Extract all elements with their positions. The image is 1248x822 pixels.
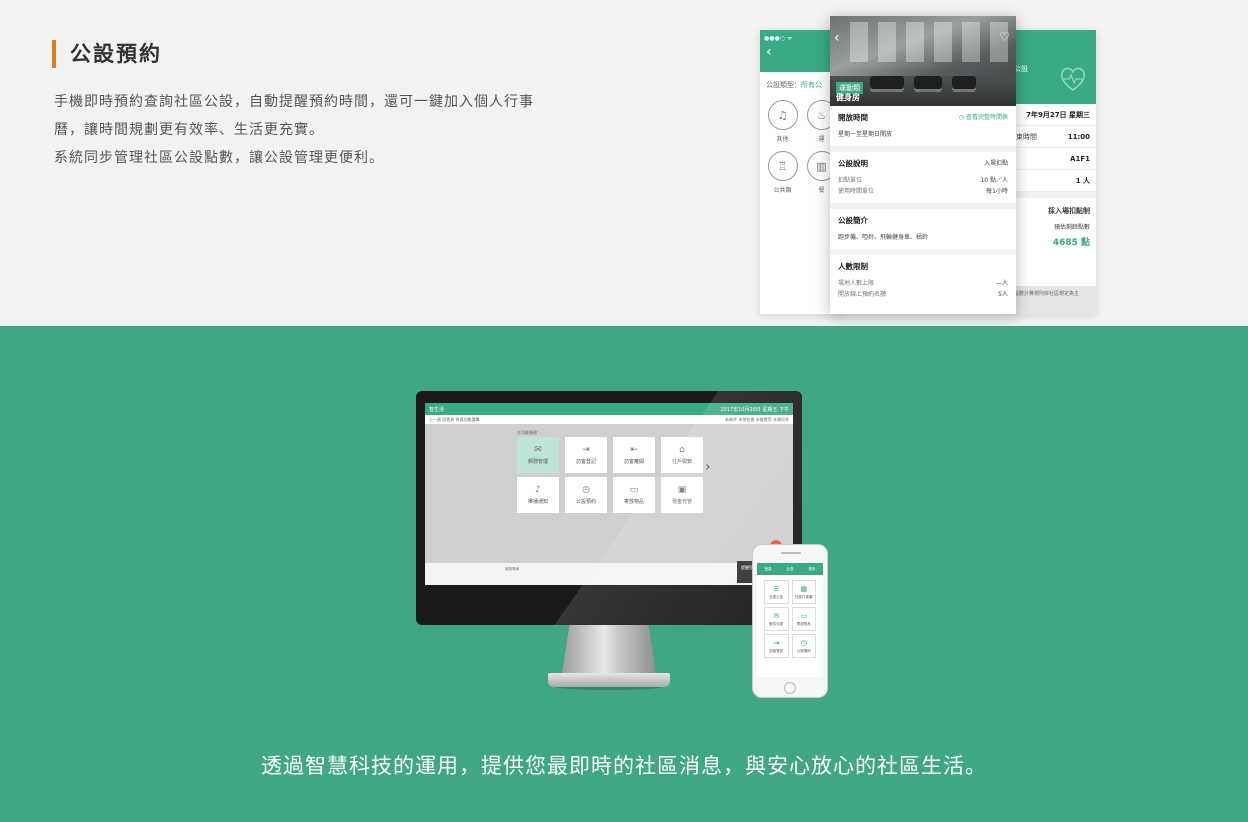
clock-icon: ◷ xyxy=(582,485,590,495)
back-icon[interactable]: ‹ xyxy=(834,30,840,46)
category-other[interactable]: ♫ 其他 xyxy=(766,100,799,143)
mobile-tile[interactable]: ◷ 公設預約 xyxy=(791,634,816,658)
clock-icon: ◷ xyxy=(800,638,807,647)
mobile-tabs: 首頁 社區 更多 xyxy=(757,563,823,575)
feature-section: 公設預約 手機即時預約查詢社區公設，自動提醒預約時間，還可一鍵加入個人行事 曆，… xyxy=(0,0,1248,326)
facility-description-section: 公設說明 入場扣點 扣點單位 10 點／人 使用時間單位 每1小時 xyxy=(830,152,1016,209)
cash-icon: ▣ xyxy=(677,485,687,495)
tile-visitor-out[interactable]: ⇤ 訪客離開 xyxy=(613,437,655,473)
mobile-tab[interactable]: 更多 xyxy=(809,567,816,572)
booking-row: A1F1 xyxy=(1010,148,1096,170)
phone-header: 公設 xyxy=(1010,30,1096,104)
box-icon: ▭ xyxy=(800,611,808,620)
desc-line: 手機即時預約查詢社區公設，自動提醒預約時間，還可一鍵加入個人行事 xyxy=(54,94,534,110)
mobile-tile[interactable]: ⇥ 訪客登記 xyxy=(764,634,789,658)
section-title: 公設預約 xyxy=(70,42,162,66)
desc-line: 曆，讓時間規劃更有效率、生活更充實。 xyxy=(54,122,324,138)
desktop-monitor: 智生活 2017年10月26日 星期五 下午 上一頁 回首頁 快速功能選單 新郵件 … xyxy=(416,391,802,625)
points-label: 預估剩餘點數 xyxy=(1053,224,1090,231)
points-block: 採入場扣點制 預估剩餘點數 4685 點 xyxy=(1010,192,1096,256)
open-hours-section: 開放時間 ◷ 查看完整時間表 星期一至星期日開放 xyxy=(830,106,1016,152)
facility-intro-section: 公設簡介 跑步機、啞鈴、飛輪健身車、槓鈴 xyxy=(830,209,1016,255)
mobile-tile[interactable]: ✉ 郵件包裹 xyxy=(764,607,789,631)
monitor-stand xyxy=(562,625,656,673)
mail-icon: ✉ xyxy=(773,611,780,620)
booking-row: 束時間 11:00 xyxy=(1010,126,1096,148)
tile-cash[interactable]: ▣ 現金代管 xyxy=(661,477,703,513)
header-title: 公設 xyxy=(1014,65,1028,73)
phone-facility-detail: ‹ ♡ 運動類 健身房 開放時間 ◷ 查看完整時間表 星期一至星期日開放 公設說明… xyxy=(830,16,1016,314)
sofa-icon: ♖ xyxy=(767,151,798,181)
section-description: 手機即時預約查詢社區公設，自動提醒預約時間，還可一鍵加入個人行事 曆，讓時間規劃… xyxy=(54,88,594,172)
booking-row: 7年9月27日 星期三 xyxy=(1010,104,1096,126)
booking-row: 1 人 xyxy=(1010,170,1096,192)
points-value: 4685 點 xyxy=(1052,238,1090,248)
phone-booking-screen: 公設 7年9月27日 星期三 束時間 11:00 A1F1 1 人 採入場扣點制 … xyxy=(1010,30,1096,314)
title-accent-bar xyxy=(52,40,56,68)
bell-icon: ♪ xyxy=(535,485,541,495)
enter-icon: ⇥ xyxy=(582,445,590,455)
favorite-icon[interactable]: ♡ xyxy=(999,30,1010,44)
gym-photo: ‹ ♡ 運動類 健身房 xyxy=(830,16,1016,106)
mobile-screen: 首頁 社區 更多 ☰ 社區公告 ▦ 社區行事曆 ✉ 郵件包裹 ▭ 寄放物品 ⇥ 訪客登記 … xyxy=(757,563,823,677)
tile-unlock[interactable]: ⌂ 住戶開鎖 xyxy=(661,437,703,473)
mobile-function-grid: ☰ 社區公告 ▦ 社區行事曆 ✉ 郵件包裹 ▭ 寄放物品 ⇥ 訪客登記 ◷ 公設預約 xyxy=(757,575,823,663)
lock-icon: ⌂ xyxy=(679,445,685,455)
trash-icon: ▭ xyxy=(629,485,639,495)
points-footnote: 點數計費規則依社區規定為主 xyxy=(1010,286,1096,314)
heart-pulse-icon xyxy=(1060,67,1086,91)
mobile-tile[interactable]: ▦ 社區行事曆 xyxy=(791,580,816,604)
category-public[interactable]: ♖ 公共類 xyxy=(766,151,799,194)
desktop-header: 智生活 2017年10月26日 星期五 下午 xyxy=(425,403,793,415)
home-button[interactable] xyxy=(784,682,796,694)
slogan: 透過智慧科技的運用，提供您最即時的社區消息，與安心放心的社區生活。 xyxy=(261,754,987,778)
mobile-tab[interactable]: 首頁 xyxy=(765,567,772,572)
view-schedule-link[interactable]: ◷ 查看完整時間表 xyxy=(959,112,1008,123)
tile-facility-booking[interactable]: ◷ 公設預約 xyxy=(565,477,607,513)
tile-storage[interactable]: ▭ 寄放物品 xyxy=(613,477,655,513)
phone-speaker xyxy=(781,552,801,554)
showcase-section: 智生活 2017年10月26日 星期五 下午 上一頁 回首頁 快速功能選單 新郵件 … xyxy=(0,326,1248,822)
mail-icon: ✉ xyxy=(534,445,542,455)
calendar-icon: ▦ xyxy=(800,584,808,593)
monitor-base xyxy=(548,673,670,687)
mobile-tab[interactable]: 社區 xyxy=(787,567,794,572)
back-icon[interactable]: ‹ xyxy=(766,44,772,60)
exit-icon: ⇤ xyxy=(630,445,638,455)
mobile-tile[interactable]: ▭ 寄放物品 xyxy=(791,607,816,631)
mobile-tile[interactable]: ☰ 社區公告 xyxy=(764,580,789,604)
headphones-icon: ♫ xyxy=(767,100,798,130)
desktop-toolbar: 上一頁 回首頁 快速功能選單 新郵件 未領包裹 未繳費用 未讀訊息 xyxy=(425,415,793,424)
desc-line: 系統同步管理社區公設點數，讓公設管理更便利。 xyxy=(54,150,384,166)
list-icon: ☰ xyxy=(773,584,780,593)
tile-visitor-in[interactable]: ⇥ 訪客登記 xyxy=(565,437,607,473)
desktop-section-label: 主功能服務 xyxy=(517,430,537,435)
desktop-function-grid: ✉ 郵務管理 ⇥ 訪客登記 ⇤ 訪客離開 ⌂ 住戶開鎖 ♪ 推播通知 ◷ 公設預約 ▭ 寄放物… xyxy=(517,437,703,513)
mobile-phone: 首頁 社區 更多 ☰ 社區公告 ▦ 社區行事曆 ✉ 郵件包裹 ▭ 寄放物品 ⇥ 訪客登記 … xyxy=(752,544,828,698)
next-page-icon[interactable]: › xyxy=(705,459,711,475)
capacity-section: 人數限制 場地人數上限 —人 開放線上預約名額 5人 xyxy=(838,262,1008,298)
desktop-screen: 智生活 2017年10月26日 星期五 下午 上一頁 回首頁 快速功能選單 新郵件 … xyxy=(425,403,793,585)
tile-mail[interactable]: ✉ 郵務管理 xyxy=(517,437,559,473)
enter-icon: ⇥ xyxy=(773,638,780,647)
points-title: 採入場扣點制 xyxy=(1048,207,1090,215)
facility-name: 健身房 xyxy=(836,93,860,102)
tile-notify[interactable]: ♪ 推播通知 xyxy=(517,477,559,513)
type-filter[interactable]: 公設類型：所有公 xyxy=(766,80,838,90)
status-bar: ●●●○ ᯤ xyxy=(764,35,793,42)
